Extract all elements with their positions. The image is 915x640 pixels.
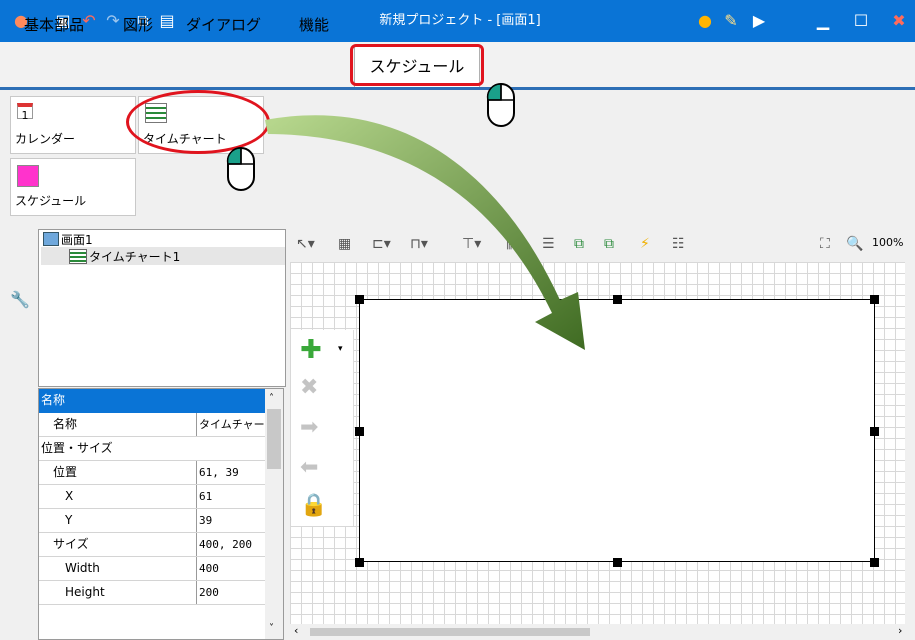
drag-arrow-icon <box>265 115 585 351</box>
mouse-icon <box>226 147 255 191</box>
drag-arrow-overlay <box>265 115 585 351</box>
mouse-icon <box>486 83 515 127</box>
